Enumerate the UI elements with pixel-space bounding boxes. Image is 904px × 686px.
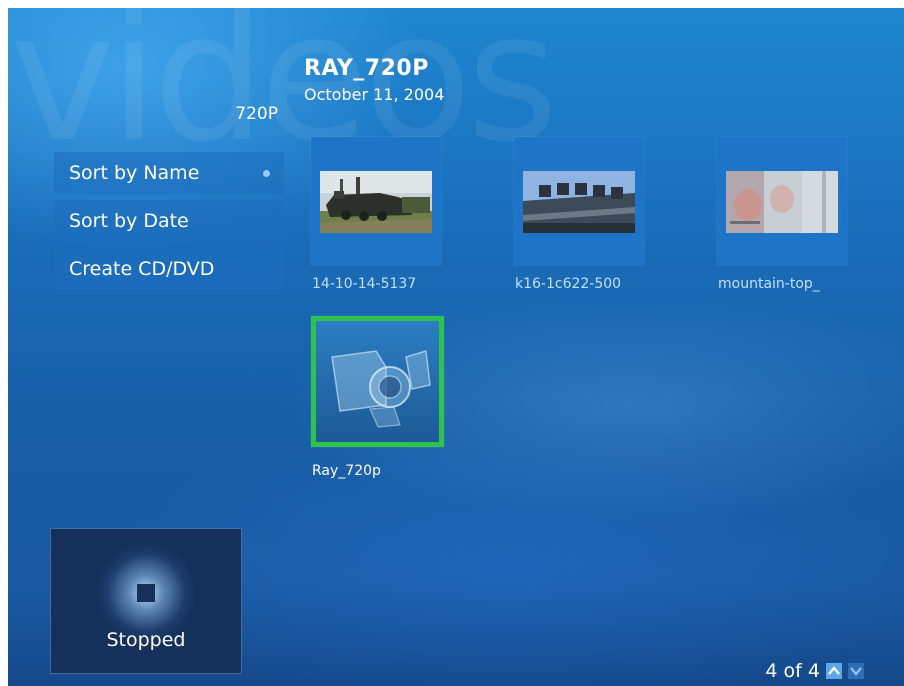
page-indicator: 4 of 4 [765,660,864,682]
video-tile-4-focused[interactable] [311,316,444,447]
create-cd-dvd-button[interactable]: Create CD/DVD [54,248,284,290]
video-caption-1: 14-10-14-5137 [312,276,417,292]
page-count: 4 of 4 [765,660,820,682]
create-cd-dvd-label: Create CD/DVD [69,258,215,280]
now-playing-panel[interactable]: Stopped [50,528,242,674]
hazy-scene-thumbnail [726,171,838,233]
video-caption-4: Ray_720p [312,463,381,479]
page-subtitle: 720P [235,104,278,124]
sort-by-name-label: Sort by Name [69,162,200,184]
media-center-window: videos 720P RAY_720P October 11, 2004 So… [8,8,904,686]
video-tile-2[interactable] [514,137,644,265]
building-sign-thumbnail [523,171,635,233]
chevron-down-icon [850,667,862,676]
sort-by-name-button[interactable]: Sort by Name [54,152,284,194]
sort-by-date-label: Sort by Date [69,210,189,232]
selected-indicator-icon [263,170,270,177]
stop-icon [137,584,155,602]
playback-status: Stopped [106,629,186,651]
steam-train-thumbnail [320,171,432,233]
item-details: RAY_720P October 11, 2004 [304,56,444,104]
page-down-button[interactable] [848,663,864,679]
chevron-up-icon [828,666,840,675]
page-title: RAY_720P [304,56,429,81]
sort-menu: Sort by Name Sort by Date Create CD/DVD [54,152,284,296]
video-caption-2: k16-1c622-500 [515,276,622,292]
video-tile-1[interactable] [311,137,441,265]
item-date: October 11, 2004 [304,85,445,104]
page-up-button[interactable] [826,663,842,679]
video-camera-icon [331,350,431,428]
sort-by-date-button[interactable]: Sort by Date [54,200,284,242]
video-caption-3: mountain-top_ [718,276,820,292]
video-tile-3[interactable] [717,137,847,265]
